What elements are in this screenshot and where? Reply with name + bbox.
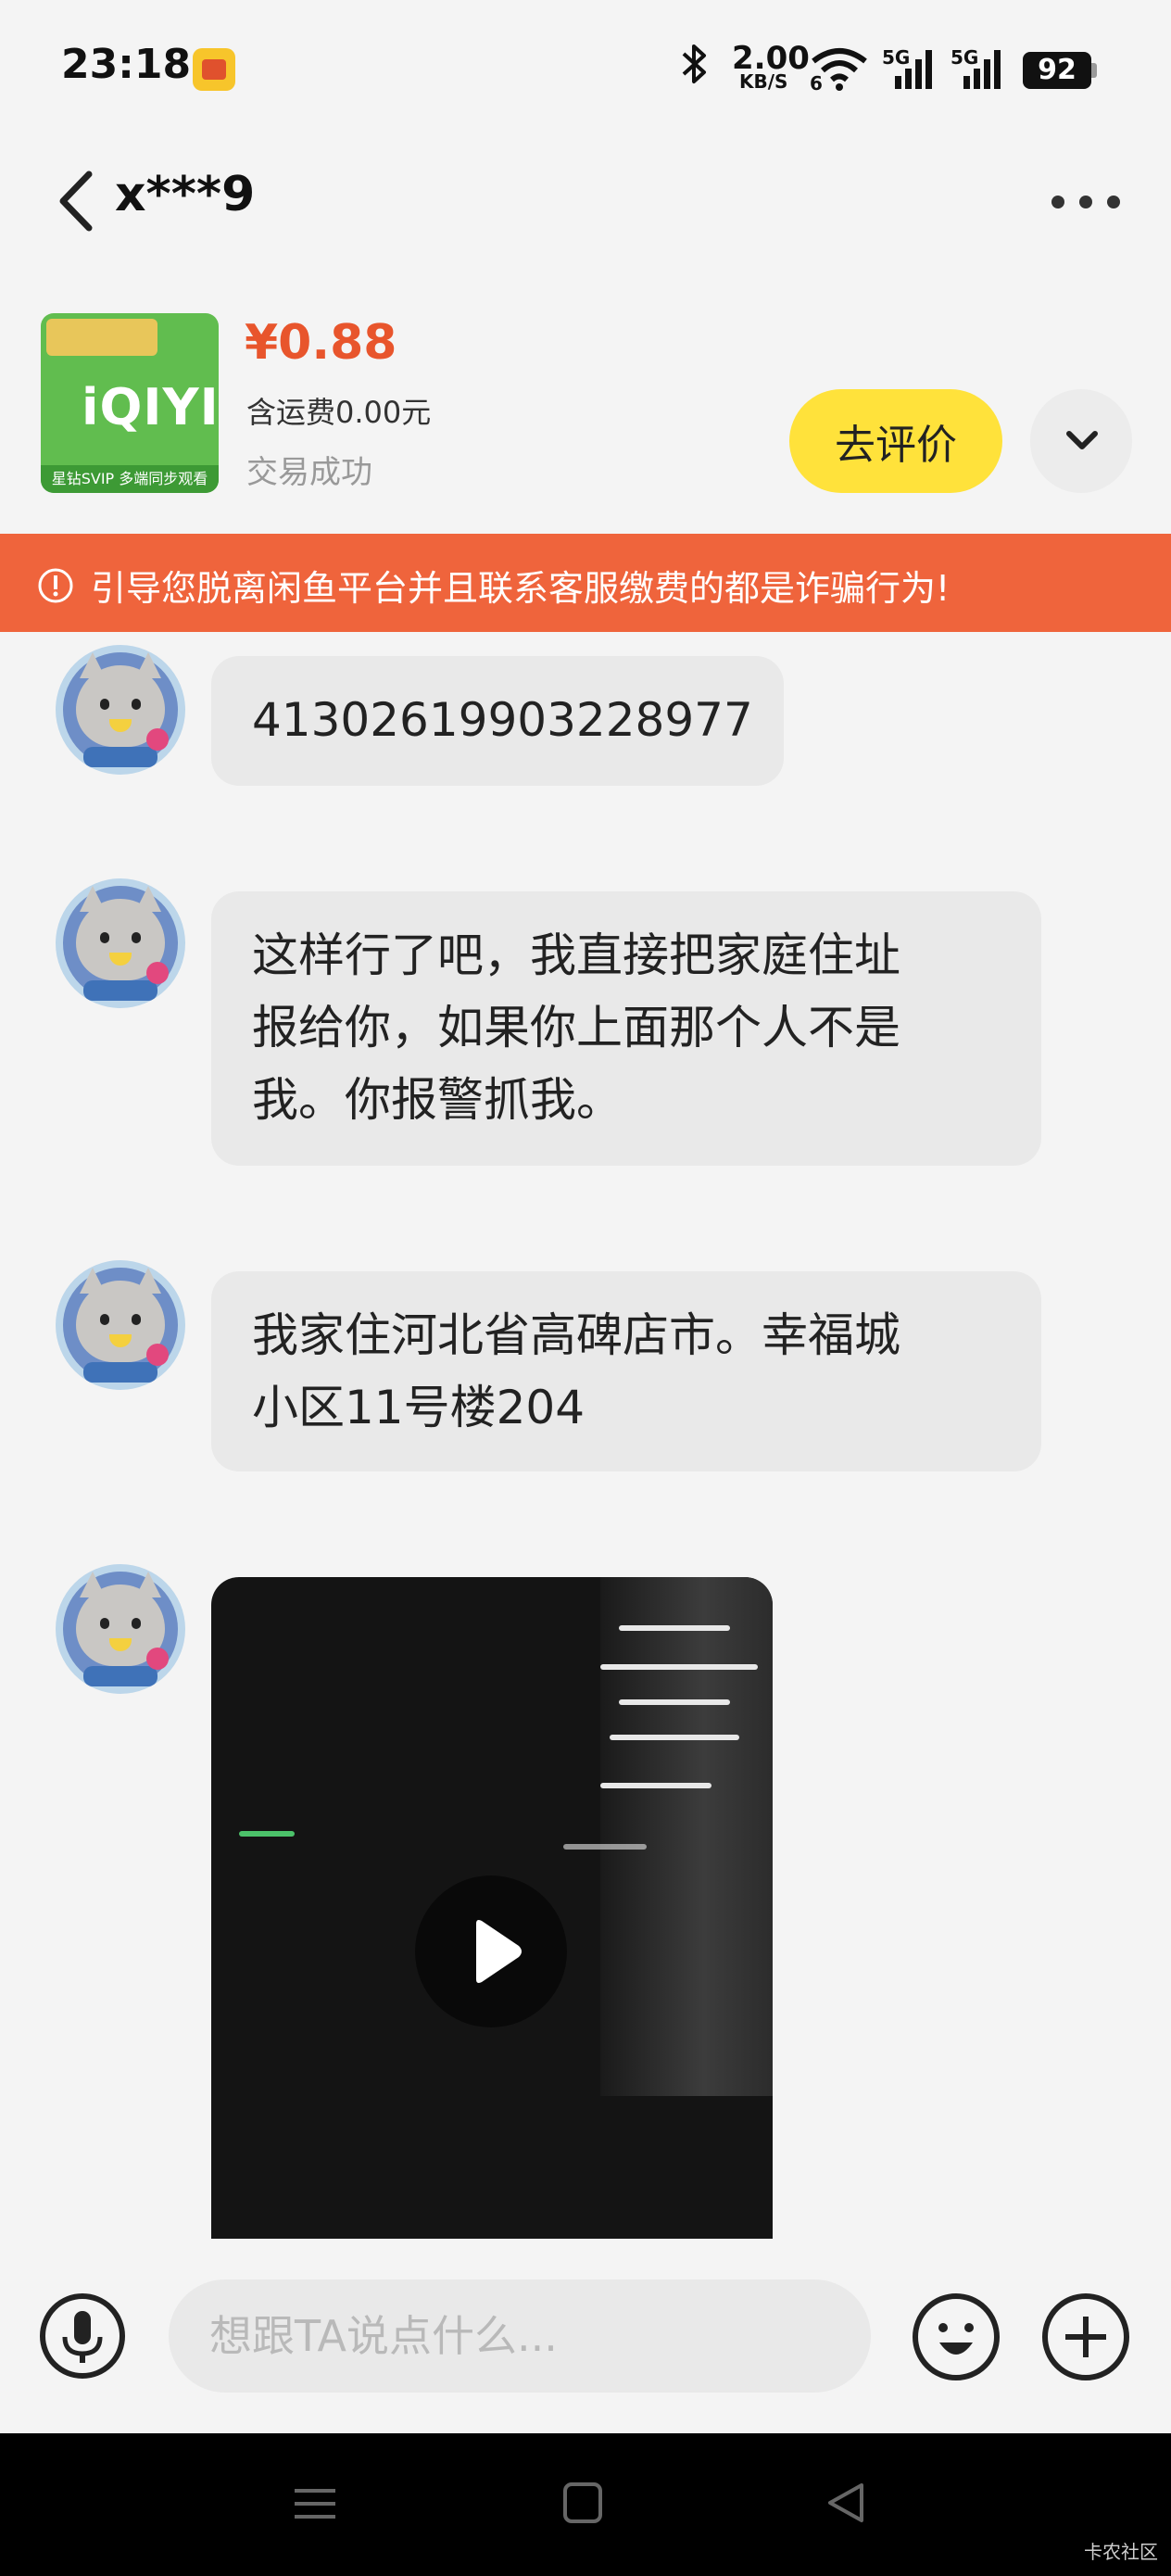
- video-light-streak: [563, 1844, 647, 1850]
- product-image-tag: [46, 319, 157, 356]
- avatar-collar: [83, 1362, 157, 1383]
- nav-home-button[interactable]: [561, 2480, 604, 2526]
- video-green-light: [239, 1831, 295, 1837]
- app-badge-icon: [193, 48, 235, 91]
- message-bubble[interactable]: 41302619903228977: [211, 656, 784, 786]
- product-image[interactable]: iQIYI 星钻SVIP 多端同步观看: [41, 313, 219, 493]
- voice-input-button[interactable]: [39, 2292, 126, 2380]
- emoji-icon: [913, 2293, 1000, 2380]
- message-text: 我家住河北省高碑店市。幸福城 小区11号楼204: [252, 1308, 900, 1434]
- avatar-bow: [146, 1648, 169, 1670]
- video-frame-glow: [600, 1577, 773, 2096]
- avatar-eye: [100, 1314, 109, 1325]
- trade-status: 交易成功: [246, 454, 372, 491]
- back-chevron-icon[interactable]: [52, 169, 102, 234]
- play-button[interactable]: [415, 1875, 567, 2027]
- message-input[interactable]: [169, 2279, 871, 2393]
- sender-avatar[interactable]: [56, 645, 185, 775]
- back-triangle-icon: [828, 2483, 863, 2522]
- watermark: 卡农社区: [1084, 2541, 1158, 2563]
- nav-back-button[interactable]: [825, 2480, 867, 2526]
- avatar-collar: [83, 747, 157, 767]
- home-square-icon: [563, 2482, 602, 2523]
- product-image-logo: iQIYI: [82, 378, 219, 436]
- avatar-bow: [146, 728, 169, 751]
- avatar-collar: [83, 980, 157, 1001]
- message-bubble[interactable]: 我家住河北省高碑店市。幸福城 小区11号楼204: [211, 1271, 1041, 1471]
- review-button[interactable]: 去评价: [789, 389, 1002, 493]
- sender-avatar[interactable]: [56, 1564, 185, 1694]
- message-text: 41302619903228977: [252, 693, 753, 747]
- warning-icon: [37, 567, 74, 604]
- battery-tip: [1091, 63, 1097, 78]
- product-image-caption: 星钻SVIP 多端同步观看: [41, 465, 219, 493]
- video-message[interactable]: [211, 1577, 773, 2239]
- avatar-bow: [146, 962, 169, 984]
- avatar-eye: [132, 1314, 141, 1325]
- avatar-bow: [146, 1344, 169, 1366]
- nav-menu-button[interactable]: [293, 2481, 337, 2526]
- video-light-streak: [619, 1699, 730, 1705]
- message-bubble[interactable]: 这样行了吧，我直接把家庭住址 报给你，如果你上面那个人不是 我。你报警抓我。: [211, 891, 1041, 1166]
- sender-avatar[interactable]: [56, 878, 185, 1008]
- plus-icon: [1042, 2293, 1129, 2380]
- signal-2-icon: [962, 48, 1004, 95]
- product-price: ¥0.88: [245, 315, 397, 371]
- add-attachment-button[interactable]: [1041, 2292, 1130, 2381]
- wifi-level: 6: [810, 72, 823, 95]
- chevron-down-icon: [1066, 431, 1098, 449]
- video-light-streak: [600, 1783, 711, 1788]
- more-icon[interactable]: [1051, 195, 1121, 209]
- message-text: 这样行了吧，我直接把家庭住址 报给你，如果你上面那个人不是 我。你报警抓我。: [252, 928, 900, 1127]
- signal-1-icon: [893, 48, 936, 95]
- video-light-streak: [600, 1664, 758, 1670]
- network-speed-unit: KB/S: [739, 70, 788, 93]
- chat-title: x***9: [115, 167, 256, 222]
- avatar-eye: [132, 1618, 141, 1629]
- avatar-eye: [100, 1618, 109, 1629]
- avatar-eye: [132, 699, 141, 710]
- expand-button[interactable]: [1030, 389, 1132, 493]
- emoji-button[interactable]: [912, 2292, 1001, 2381]
- product-shipping: 含运费0.00元: [246, 395, 432, 430]
- video-light-streak: [610, 1735, 739, 1740]
- video-light-streak: [619, 1625, 730, 1631]
- sender-avatar[interactable]: [56, 1260, 185, 1390]
- fraud-warning-text: 引导您脱离闲鱼平台并且联系客服缴费的都是诈骗行为!: [91, 568, 951, 609]
- network-speed: 2.00: [732, 40, 810, 77]
- avatar-eye: [132, 932, 141, 943]
- play-icon: [476, 1920, 522, 1983]
- status-time: 23:18: [61, 41, 192, 88]
- battery-indicator: 92: [1023, 52, 1091, 89]
- avatar-eye: [100, 932, 109, 943]
- menu-icon: [295, 2489, 335, 2519]
- avatar-collar: [83, 1666, 157, 1686]
- bluetooth-icon: [678, 41, 711, 97]
- microphone-icon: [40, 2293, 125, 2379]
- avatar-eye: [100, 699, 109, 710]
